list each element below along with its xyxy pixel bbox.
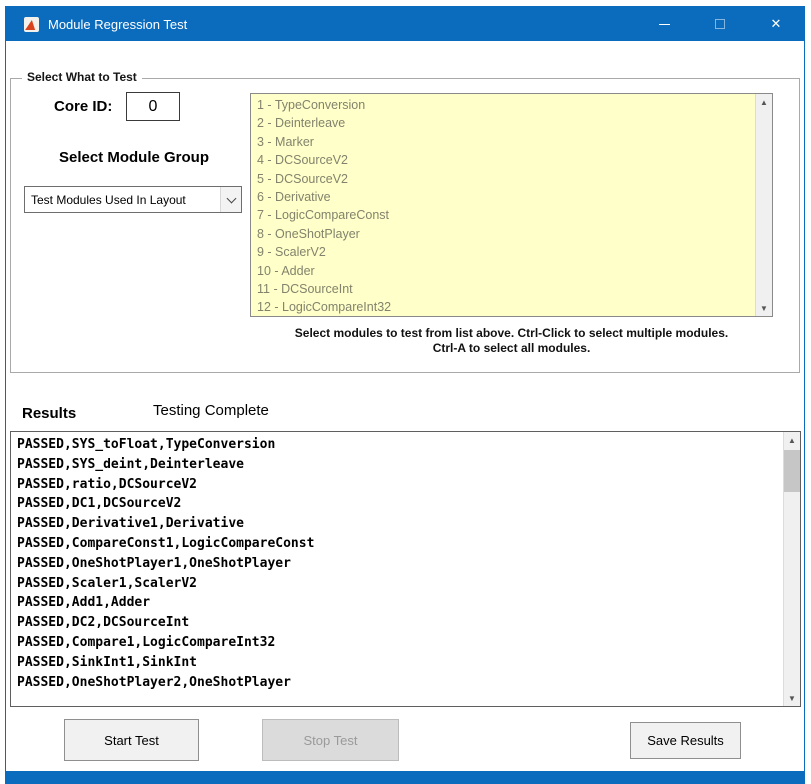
close-button[interactable]: ✕	[748, 7, 804, 41]
dropdown-chevron-button[interactable]	[220, 187, 241, 212]
app-window: Module Regression Test ✕ Select What to …	[5, 6, 805, 784]
maximize-button[interactable]	[692, 7, 748, 41]
result-row: PASSED,SYS_toFloat,TypeConversion	[17, 435, 776, 455]
save-results-button[interactable]: Save Results	[630, 722, 741, 759]
scroll-down-icon[interactable]: ▼	[784, 690, 800, 706]
window-title: Module Regression Test	[48, 17, 636, 32]
result-row: PASSED,Derivative1,Derivative	[17, 514, 776, 534]
result-rows: PASSED,SYS_toFloat,TypeConversionPASSED,…	[17, 435, 776, 706]
maximize-icon	[715, 19, 725, 29]
module-list-item[interactable]: 12 - LogicCompareInt32	[257, 298, 752, 316]
result-row: PASSED,DC1,DCSourceV2	[17, 494, 776, 514]
scrollbar-thumb[interactable]	[784, 450, 800, 492]
module-list-item[interactable]: 2 - Deinterleave	[257, 114, 752, 132]
window-body: Select What to Test Core ID: Select Modu…	[6, 41, 804, 771]
result-row: PASSED,ratio,DCSourceV2	[17, 475, 776, 495]
module-help-line2: Ctrl-A to select all modules.	[250, 341, 773, 356]
result-row: PASSED,OneShotPlayer1,OneShotPlayer	[17, 554, 776, 574]
module-group-dropdown[interactable]: Test Modules Used In Layout	[24, 186, 242, 213]
result-row: PASSED,Add1,Adder	[17, 593, 776, 613]
testing-status: Testing Complete	[153, 402, 269, 419]
window-bottom-border	[6, 771, 804, 783]
module-list-item[interactable]: 3 - Marker	[257, 133, 752, 151]
result-row: PASSED,DC2,DCSourceInt	[17, 613, 776, 633]
results-scrollbar[interactable]: ▲ ▼	[783, 432, 800, 706]
scroll-down-icon[interactable]: ▼	[756, 300, 772, 316]
matlab-icon	[24, 17, 39, 32]
module-list-item[interactable]: 11 - DCSourceInt	[257, 280, 752, 298]
module-listbox[interactable]: 1 - TypeConversion2 - Deinterleave3 - Ma…	[250, 93, 773, 317]
dropdown-selected-value: Test Modules Used In Layout	[25, 193, 220, 207]
titlebar[interactable]: Module Regression Test ✕	[6, 7, 804, 41]
module-list-scrollbar[interactable]: ▲ ▼	[755, 94, 772, 316]
module-list-item[interactable]: 10 - Adder	[257, 262, 752, 280]
module-list-item[interactable]: 1 - TypeConversion	[257, 96, 752, 114]
window-controls: ✕	[636, 7, 804, 41]
module-scrollbar-track[interactable]	[756, 110, 772, 300]
module-list-item[interactable]: 8 - OneShotPlayer	[257, 225, 752, 243]
module-list-item[interactable]: 6 - Derivative	[257, 188, 752, 206]
scroll-up-icon[interactable]: ▲	[784, 432, 800, 448]
results-label: Results	[22, 405, 76, 422]
core-id-label: Core ID:	[54, 98, 112, 115]
module-items: 1 - TypeConversion2 - Deinterleave3 - Ma…	[257, 96, 752, 316]
stop-test-button: Stop Test	[262, 719, 399, 761]
module-list-item[interactable]: 9 - ScalerV2	[257, 243, 752, 261]
module-list-item[interactable]: 4 - DCSourceV2	[257, 151, 752, 169]
module-help-line1: Select modules to test from list above. …	[250, 326, 773, 341]
result-row: PASSED,Compare1,LogicCompareInt32	[17, 633, 776, 653]
result-row: PASSED,Scaler1,ScalerV2	[17, 574, 776, 594]
result-row: PASSED,OneShotPlayer2,OneShotPlayer	[17, 673, 776, 693]
minimize-button[interactable]	[636, 7, 692, 41]
core-id-input[interactable]	[126, 92, 180, 121]
select-module-group-label: Select Module Group	[26, 149, 242, 166]
close-icon: ✕	[771, 16, 782, 32]
module-list-item[interactable]: 5 - DCSourceV2	[257, 170, 752, 188]
result-row: PASSED,CompareConst1,LogicCompareConst	[17, 534, 776, 554]
module-help-text: Select modules to test from list above. …	[250, 326, 773, 356]
results-scrollbar-track[interactable]	[784, 448, 800, 690]
minimize-icon	[659, 24, 670, 25]
result-row: PASSED,SinkInt1,SinkInt	[17, 653, 776, 673]
scroll-up-icon[interactable]: ▲	[756, 94, 772, 110]
groupbox-label: Select What to Test	[22, 70, 142, 84]
start-test-button[interactable]: Start Test	[64, 719, 199, 761]
chevron-down-icon	[226, 193, 236, 203]
results-listbox[interactable]: PASSED,SYS_toFloat,TypeConversionPASSED,…	[10, 431, 801, 707]
module-list-item[interactable]: 7 - LogicCompareConst	[257, 206, 752, 224]
result-row: PASSED,SYS_deint,Deinterleave	[17, 455, 776, 475]
